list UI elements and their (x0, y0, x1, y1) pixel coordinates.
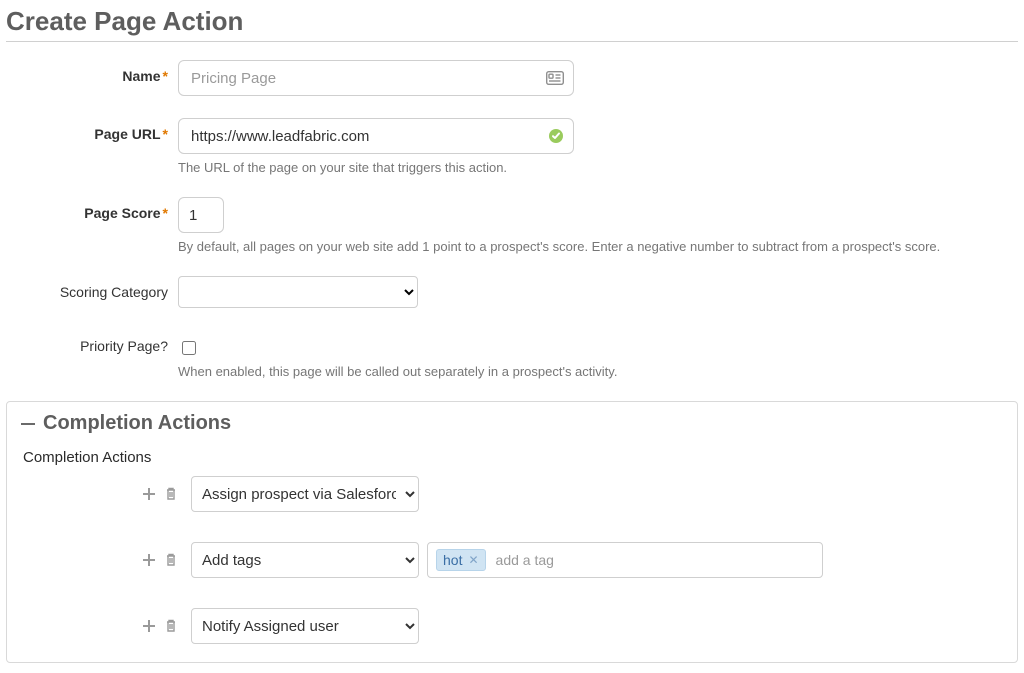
label-priority-page: Priority Page? (6, 330, 178, 354)
required-asterisk: * (163, 68, 168, 84)
label-page-score-text: Page Score (84, 205, 160, 221)
row-page-score: Page Score* By default, all pages on you… (6, 197, 1018, 254)
title-divider (6, 41, 1018, 42)
row-scoring-category: Scoring Category (6, 276, 1018, 308)
check-circle-icon (548, 128, 564, 144)
completion-actions-panel: Completion Actions Completion Actions As… (6, 401, 1018, 663)
row-name: Name* (6, 60, 1018, 96)
completion-action-row: Notify Assigned user (21, 608, 1003, 644)
completion-action-row: Add tags hot ✕ (21, 542, 1003, 578)
collapse-icon (21, 423, 35, 425)
label-name: Name* (6, 60, 178, 84)
page-url-input[interactable] (178, 118, 574, 154)
add-action-icon[interactable] (141, 552, 157, 568)
tag-chip-label: hot (443, 552, 462, 568)
contact-card-icon (546, 71, 564, 85)
scoring-category-select[interactable] (178, 276, 418, 308)
page-score-input[interactable] (178, 197, 224, 233)
label-page-score: Page Score* (6, 197, 178, 221)
delete-action-icon[interactable] (163, 552, 179, 568)
page-url-help: The URL of the page on your site that tr… (178, 160, 1018, 175)
tag-chip: hot ✕ (436, 549, 486, 571)
tags-input[interactable]: hot ✕ (427, 542, 823, 578)
delete-action-icon[interactable] (163, 618, 179, 634)
name-input[interactable] (178, 60, 574, 96)
completion-actions-title: Completion Actions (43, 412, 231, 435)
label-name-text: Name (122, 68, 160, 84)
required-asterisk: * (163, 126, 168, 142)
page-score-help: By default, all pages on your web site a… (178, 239, 1018, 254)
completion-actions-sublabel: Completion Actions (23, 449, 1003, 466)
row-priority-page: Priority Page? When enabled, this page w… (6, 330, 1018, 379)
completion-action-select[interactable]: Add tags (191, 542, 419, 578)
label-page-url: Page URL* (6, 118, 178, 142)
completion-action-row: Assign prospect via Salesforce a (21, 476, 1003, 512)
label-scoring-category: Scoring Category (6, 276, 178, 300)
page-title: Create Page Action (6, 6, 1018, 37)
tag-text-input[interactable] (494, 551, 814, 569)
completion-action-select[interactable]: Assign prospect via Salesforce a (191, 476, 419, 512)
priority-page-checkbox[interactable] (182, 341, 196, 355)
completion-action-select[interactable]: Notify Assigned user (191, 608, 419, 644)
add-action-icon[interactable] (141, 486, 157, 502)
row-page-url: Page URL* The URL of the page on your si… (6, 118, 1018, 175)
tag-remove-icon[interactable]: ✕ (468, 554, 478, 566)
required-asterisk: * (163, 205, 168, 221)
completion-actions-toggle[interactable]: Completion Actions (21, 412, 1003, 435)
add-action-icon[interactable] (141, 618, 157, 634)
priority-page-help: When enabled, this page will be called o… (178, 364, 1018, 379)
label-page-url-text: Page URL (94, 126, 160, 142)
delete-action-icon[interactable] (163, 486, 179, 502)
